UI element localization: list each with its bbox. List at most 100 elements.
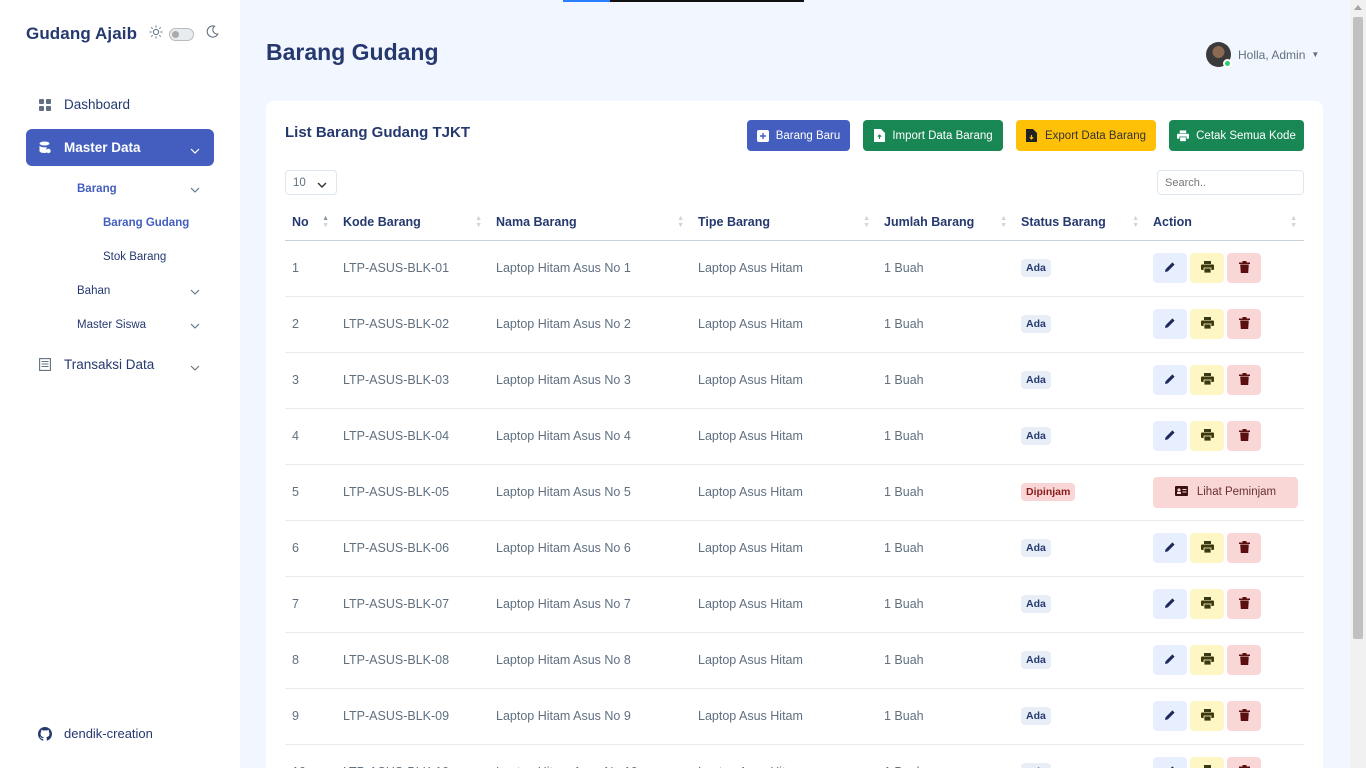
column-header-tipe[interactable]: Tipe Barang ▲ ▼ <box>691 204 877 241</box>
column-header-no[interactable]: No ▲ ▼ <box>285 204 336 241</box>
print-all-codes-button[interactable]: Cetak Semua Kode <box>1169 120 1304 151</box>
pencil-icon <box>1164 261 1176 276</box>
cell-nama: Laptop Hitam Asus No 7 <box>489 576 691 633</box>
print-code-button[interactable] <box>1190 701 1224 731</box>
footer-github-link[interactable]: dendik-creation <box>38 726 153 741</box>
sidebar-sub-item-barang-gudang[interactable]: Barang Gudang <box>103 206 214 240</box>
sidebar-item-master-data[interactable]: Master Data <box>26 129 214 166</box>
cell-no: 5 <box>285 464 336 521</box>
print-code-button[interactable] <box>1190 421 1224 451</box>
print-code-button[interactable] <box>1190 309 1224 339</box>
dark-mode-switch[interactable] <box>169 27 195 41</box>
sidebar-sub-item-stok-barang[interactable]: Stok Barang <box>103 240 214 274</box>
edit-button[interactable] <box>1153 757 1187 768</box>
column-header-jumlah[interactable]: Jumlah Barang ▲ ▼ <box>877 204 1014 241</box>
footer-link-label: dendik-creation <box>64 726 153 741</box>
sort-icon: ▲ ▼ <box>475 215 482 229</box>
edit-button[interactable] <box>1153 533 1187 563</box>
status-badge: Ada <box>1021 259 1051 277</box>
card-title: List Barang Gudang TJKT <box>285 124 471 141</box>
delete-button[interactable] <box>1227 645 1261 675</box>
print-code-button[interactable] <box>1190 645 1224 675</box>
github-icon <box>38 726 52 741</box>
page-loading-bar <box>563 0 804 2</box>
edit-button[interactable] <box>1153 421 1187 451</box>
pencil-icon <box>1164 373 1176 388</box>
delete-button[interactable] <box>1227 253 1261 283</box>
print-code-button[interactable] <box>1190 253 1224 283</box>
column-header-kode[interactable]: Kode Barang ▲ ▼ <box>336 204 489 241</box>
page-length-value: 10 <box>293 176 306 189</box>
table-row: 2 LTP-ASUS-BLK-02 Laptop Hitam Asus No 2… <box>285 296 1304 353</box>
cell-no: 2 <box>285 296 336 353</box>
delete-button[interactable] <box>1227 421 1261 451</box>
new-item-button[interactable]: Barang Baru <box>747 120 850 151</box>
column-header-nama[interactable]: Nama Barang ▲ ▼ <box>489 204 691 241</box>
sidebar-sub-item-master-siswa[interactable]: Master Siswa <box>77 308 214 342</box>
cell-jumlah: 1 Buah <box>877 408 1014 465</box>
master-data-submenu: Barang Barang Gudang Stok Barang Bahan M… <box>26 172 214 342</box>
sort-icon: ▲ ▼ <box>1000 215 1007 229</box>
cell-jumlah: 1 Buah <box>877 744 1014 768</box>
trash-icon <box>1238 708 1250 724</box>
print-code-button[interactable] <box>1190 757 1224 768</box>
barang-submenu: Barang Gudang Stok Barang <box>77 206 214 274</box>
cell-nama: Laptop Hitam Asus No 4 <box>489 408 691 465</box>
delete-button[interactable] <box>1227 701 1261 731</box>
delete-button[interactable] <box>1227 365 1261 395</box>
sub-item-label: Master Siswa <box>77 319 147 331</box>
sidebar-sub-item-barang[interactable]: Barang <box>77 172 214 206</box>
edit-button[interactable] <box>1153 365 1187 395</box>
cell-status: Dipinjam <box>1014 464 1146 521</box>
delete-button[interactable] <box>1227 589 1261 619</box>
sidebar-item-transaksi-data[interactable]: Transaksi Data <box>26 346 214 383</box>
sidebar: Gudang Ajaib Dashboard Master Data Baran… <box>0 0 240 768</box>
id-card-icon <box>1174 485 1188 499</box>
trash-icon <box>1238 428 1250 444</box>
cell-kode: LTP-ASUS-BLK-09 <box>336 688 489 745</box>
delete-button[interactable] <box>1227 533 1261 563</box>
sidebar-sub-item-bahan[interactable]: Bahan <box>77 274 214 308</box>
button-label: Export Data Barang <box>1044 129 1146 142</box>
edit-button[interactable] <box>1153 253 1187 283</box>
delete-button[interactable] <box>1227 757 1261 768</box>
loading-bar-fill <box>563 0 610 2</box>
sub-item-label: Stok Barang <box>103 251 167 263</box>
scrollbar-thumb[interactable] <box>1353 17 1363 639</box>
edit-button[interactable] <box>1153 589 1187 619</box>
cell-action <box>1146 296 1304 353</box>
file-import-icon <box>873 129 885 142</box>
sort-icon: ▲ ▼ <box>1290 215 1297 229</box>
cell-action <box>1146 352 1304 409</box>
sidebar-item-dashboard[interactable]: Dashboard <box>26 86 214 123</box>
table-row: 1 LTP-ASUS-BLK-01 Laptop Hitam Asus No 1… <box>285 240 1304 297</box>
sort-icon: ▲ ▼ <box>1132 215 1139 229</box>
caret-down-icon: ▼ <box>1311 50 1320 59</box>
cell-tipe: Laptop Asus Hitam <box>691 632 877 689</box>
print-code-button[interactable] <box>1190 589 1224 619</box>
cell-action <box>1146 240 1304 297</box>
edit-button[interactable] <box>1153 309 1187 339</box>
export-button[interactable]: Export Data Barang <box>1016 120 1156 151</box>
scroll-up-arrow-icon[interactable] <box>1354 5 1362 10</box>
view-borrower-button[interactable]: Lihat Peminjam <box>1153 476 1298 508</box>
user-menu[interactable]: Holla, Admin ▼ <box>1206 42 1320 68</box>
file-export-icon <box>1026 129 1038 142</box>
pencil-icon <box>1164 429 1176 444</box>
sidebar-menu: Dashboard Master Data Barang Barang Guda… <box>26 86 214 389</box>
import-button[interactable]: Import Data Barang <box>863 120 1003 151</box>
brand-name[interactable]: Gudang Ajaib <box>26 24 137 44</box>
delete-button[interactable] <box>1227 309 1261 339</box>
edit-button[interactable] <box>1153 701 1187 731</box>
edit-button[interactable] <box>1153 645 1187 675</box>
printer-icon <box>1200 708 1214 724</box>
column-header-action[interactable]: Action ▲ ▼ <box>1146 204 1304 241</box>
trash-icon <box>1238 260 1250 276</box>
page-length-select[interactable]: 10 <box>285 170 337 195</box>
page-scrollbar[interactable] <box>1350 0 1366 768</box>
print-code-button[interactable] <box>1190 533 1224 563</box>
search-input[interactable] <box>1157 170 1304 195</box>
print-code-button[interactable] <box>1190 365 1224 395</box>
column-header-status[interactable]: Status Barang ▲ ▼ <box>1014 204 1146 241</box>
grid-icon <box>38 98 52 112</box>
